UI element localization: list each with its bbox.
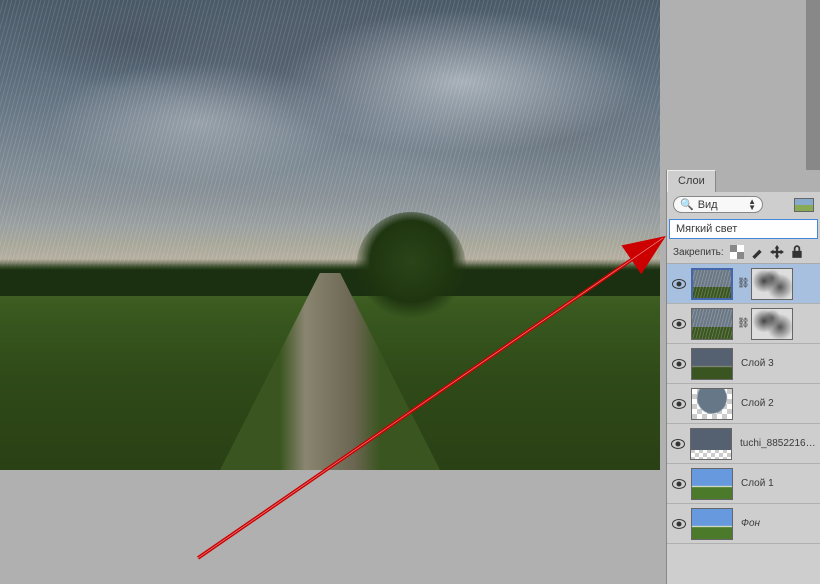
layer-row[interactable]: ⛓: [667, 304, 820, 344]
layer-row[interactable]: Слой 1: [667, 464, 820, 504]
filter-thumb-icon[interactable]: [794, 198, 814, 212]
layer-thumbnail[interactable]: [691, 468, 733, 500]
layer-mask-thumbnail[interactable]: [751, 268, 793, 300]
layer-row[interactable]: Фон: [667, 504, 820, 544]
visibility-eye-icon[interactable]: [671, 399, 687, 409]
layer-filter-select[interactable]: 🔍 Вид ▲▼: [673, 196, 763, 213]
tab-layers[interactable]: Слои: [667, 170, 716, 192]
tree: [356, 212, 466, 322]
visibility-eye-icon[interactable]: [671, 479, 687, 489]
layer-thumbnail[interactable]: [691, 388, 733, 420]
search-icon: 🔍: [680, 198, 694, 211]
layer-name-label[interactable]: Слой 1: [737, 478, 774, 489]
layer-row[interactable]: Слой 2: [667, 384, 820, 424]
blend-mode-select[interactable]: Мягкий свет: [669, 219, 818, 239]
layer-thumbnail[interactable]: [691, 308, 733, 340]
rain-overlay: [0, 0, 660, 273]
layer-row[interactable]: ⛓: [667, 264, 820, 304]
lock-all-icon[interactable]: [790, 245, 804, 259]
layer-row[interactable]: tuchi_88522166…: [667, 424, 820, 464]
panel-tab-bar: Слои: [667, 170, 820, 192]
layer-name-label[interactable]: tuchi_88522166…: [736, 438, 816, 449]
layer-thumbnail[interactable]: [690, 428, 732, 460]
layer-name-label[interactable]: Слой 3: [737, 358, 774, 369]
layer-mask-thumbnail[interactable]: [751, 308, 793, 340]
layer-filter-row: 🔍 Вид ▲▼: [667, 192, 820, 217]
lock-move-icon[interactable]: [770, 245, 784, 259]
visibility-eye-icon[interactable]: [671, 319, 687, 329]
canvas-image[interactable]: [0, 0, 660, 470]
layer-name-label[interactable]: Фон: [737, 518, 760, 529]
layers-list: ⛓ ⛓ Слой 3 Слой 2 tuchi_88522166… Слой 1 Фон: [667, 264, 820, 544]
visibility-eye-icon[interactable]: [671, 279, 687, 289]
lock-transparency-icon[interactable]: [730, 245, 744, 259]
layer-thumbnail[interactable]: [691, 268, 733, 300]
layer-thumbnail[interactable]: [691, 348, 733, 380]
visibility-eye-icon[interactable]: [671, 439, 686, 449]
link-chain-icon[interactable]: ⛓: [737, 318, 747, 329]
layer-thumbnail[interactable]: [691, 508, 733, 540]
scrollbar-area: [806, 0, 820, 170]
lock-brush-icon[interactable]: [750, 245, 764, 259]
layer-row[interactable]: Слой 3: [667, 344, 820, 384]
lock-row: Закрепить:: [667, 241, 820, 264]
layers-panel: Слои 🔍 Вид ▲▼ Мягкий свет Закрепить: ⛓ ⛓ С…: [666, 170, 820, 584]
updown-icon: ▲▼: [748, 199, 756, 211]
layer-name-label[interactable]: Слой 2: [737, 398, 774, 409]
lock-label: Закрепить:: [673, 247, 724, 258]
filter-label: Вид: [698, 199, 718, 211]
link-chain-icon[interactable]: ⛓: [737, 278, 747, 289]
visibility-eye-icon[interactable]: [671, 519, 687, 529]
visibility-eye-icon[interactable]: [671, 359, 687, 369]
dirt-road: [80, 273, 580, 470]
